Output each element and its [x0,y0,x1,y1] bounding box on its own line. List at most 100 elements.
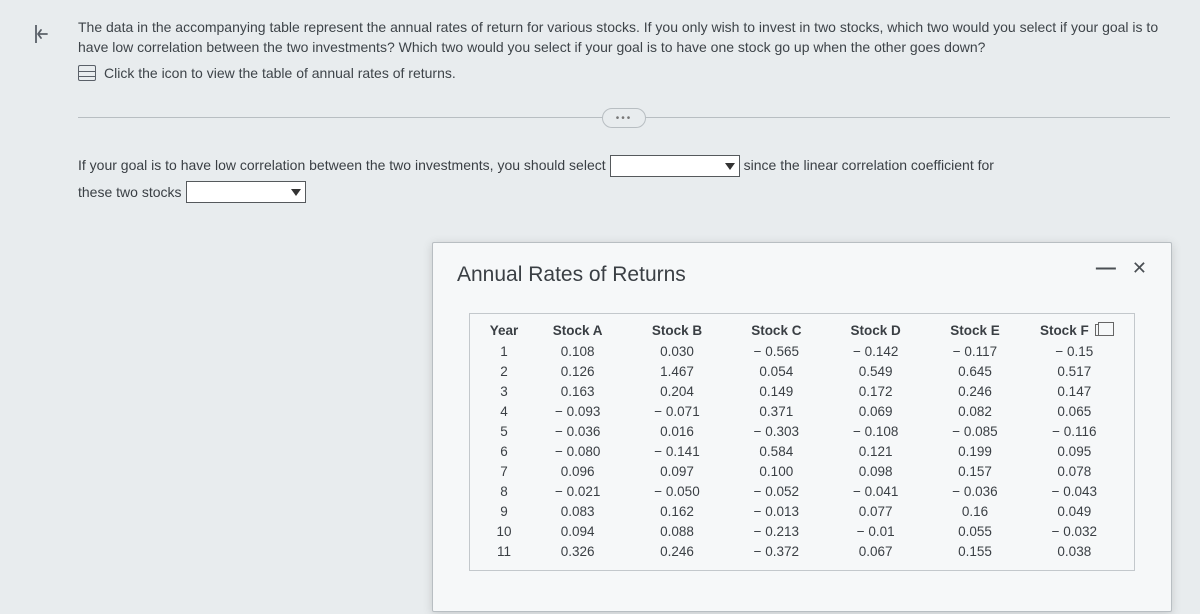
stock-pair-select[interactable] [610,155,740,177]
cell: − 0.036 [528,422,627,442]
table-row: 10.1080.030− 0.565− 0.142− 0.117− 0.15 [480,342,1124,362]
cell: 0.098 [826,462,925,482]
cell: 0.088 [627,522,726,542]
cell: − 0.117 [925,342,1024,362]
prompt-segment-2: since the linear correlation coefficient… [744,150,994,181]
table-row: 8− 0.021− 0.050− 0.052− 0.041− 0.036− 0.… [480,482,1124,502]
cell: 0.549 [826,362,925,382]
data-table-wrap: YearStock AStock BStock CStock DStock ES… [469,313,1135,571]
cell: − 0.041 [826,482,925,502]
cell: − 0.071 [627,402,726,422]
cell: 0.155 [925,542,1024,562]
cell: − 0.050 [627,482,726,502]
cell: 0.100 [727,462,826,482]
cell: 5 [480,422,528,442]
cell: − 0.013 [727,502,826,522]
col-header: Stock D [826,320,925,342]
cell: 0.095 [1025,442,1124,462]
cell: 0.083 [528,502,627,522]
chevron-down-icon [723,159,737,173]
collapse-button[interactable] [22,16,58,52]
minimize-icon[interactable]: — [1096,263,1116,273]
cell: 0.097 [627,462,726,482]
cell: 4 [480,402,528,422]
cell: 0.067 [826,542,925,562]
cell: 0.517 [1025,362,1124,382]
cell: 0.246 [925,382,1024,402]
cell: 0.078 [1025,462,1124,482]
prompt-segment-3: these two stocks [78,177,182,208]
table-row: 100.0940.088− 0.213− 0.010.055− 0.032 [480,522,1124,542]
table-row: 6− 0.080− 0.1410.5840.1210.1990.095 [480,442,1124,462]
cell: − 0.213 [727,522,826,542]
cell: − 0.15 [1025,342,1124,362]
cell: − 0.108 [826,422,925,442]
coefficient-select[interactable] [186,181,306,203]
col-header: Stock F [1025,320,1124,342]
cell: − 0.021 [528,482,627,502]
cell: 0.326 [528,542,627,562]
chevron-down-icon [289,185,303,199]
cell: − 0.043 [1025,482,1124,502]
cell: 2 [480,362,528,382]
table-row: 90.0830.162− 0.0130.0770.160.049 [480,502,1124,522]
cell: 0.016 [627,422,726,442]
cell: 0.121 [826,442,925,462]
table-row: 110.3260.246− 0.3720.0670.1550.038 [480,542,1124,562]
cell: 0.077 [826,502,925,522]
ellipsis-button[interactable]: ••• [602,108,646,128]
cell: − 0.141 [627,442,726,462]
cell: 0.584 [727,442,826,462]
cell: − 0.116 [1025,422,1124,442]
cell: − 0.093 [528,402,627,422]
table-row: 5− 0.0360.016− 0.303− 0.108− 0.085− 0.11… [480,422,1124,442]
cell: − 0.372 [727,542,826,562]
cell: 0.055 [925,522,1024,542]
cell: 0.108 [528,342,627,362]
view-table-link[interactable]: Click the icon to view the table of annu… [104,65,456,81]
cell: 0.149 [727,382,826,402]
cell: 1.467 [627,362,726,382]
cell: 0.030 [627,342,726,362]
copy-icon[interactable] [1095,324,1109,336]
cell: 0.094 [528,522,627,542]
cell: 0.147 [1025,382,1124,402]
cell: 0.371 [727,402,826,422]
cell: − 0.036 [925,482,1024,502]
cell: 0.157 [925,462,1024,482]
cell: 0.096 [528,462,627,482]
cell: 0.162 [627,502,726,522]
table-row: 4− 0.093− 0.0710.3710.0690.0820.065 [480,402,1124,422]
cell: − 0.303 [727,422,826,442]
cell: − 0.085 [925,422,1024,442]
table-row: 30.1630.2040.1490.1720.2460.147 [480,382,1124,402]
cell: − 0.142 [826,342,925,362]
close-icon[interactable]: ✕ [1132,263,1147,273]
cell: − 0.01 [826,522,925,542]
cell: 0.082 [925,402,1024,422]
cell: 3 [480,382,528,402]
cell: 0.049 [1025,502,1124,522]
cell: 0.16 [925,502,1024,522]
cell: 0.065 [1025,402,1124,422]
cell: 0.645 [925,362,1024,382]
cell: 0.199 [925,442,1024,462]
cell: 0.054 [727,362,826,382]
rates-table: YearStock AStock BStock CStock DStock ES… [480,320,1124,562]
rates-modal: Annual Rates of Returns — ✕ YearStock AS… [432,242,1172,612]
question-paragraph: The data in the accompanying table repre… [78,18,1170,57]
cell: 0.172 [826,382,925,402]
modal-title: Annual Rates of Returns [457,263,686,287]
cell: 6 [480,442,528,462]
table-row: 20.1261.4670.0540.5490.6450.517 [480,362,1124,382]
cell: 1 [480,342,528,362]
col-header: Stock B [627,320,726,342]
col-header: Stock A [528,320,627,342]
cell: 0.069 [826,402,925,422]
table-icon[interactable] [78,65,96,81]
cell: 0.163 [528,382,627,402]
cell: 0.126 [528,362,627,382]
cell: 0.204 [627,382,726,402]
cell: 9 [480,502,528,522]
cell: 0.246 [627,542,726,562]
